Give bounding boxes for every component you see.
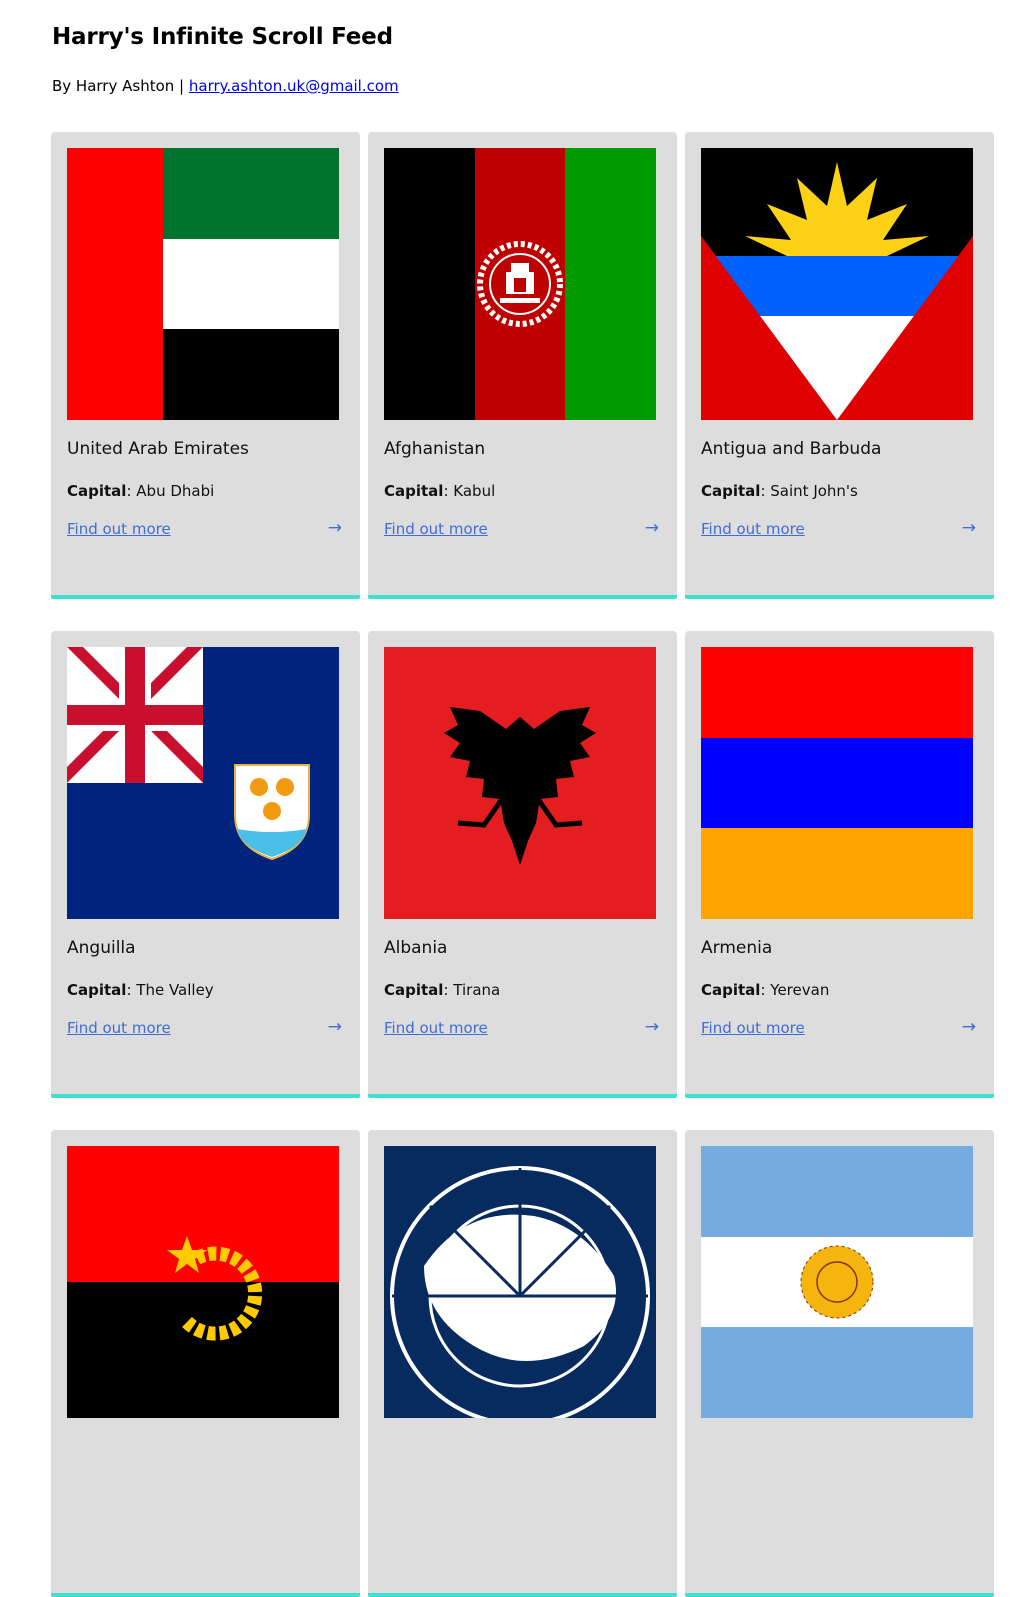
capital-value: Tirana	[453, 981, 501, 999]
find-out-more-link[interactable]: Find out more	[384, 520, 488, 538]
find-out-more-link[interactable]: Find out more	[384, 1019, 488, 1037]
antarctica-flag-icon	[384, 1146, 656, 1418]
country-name: Albania	[384, 938, 448, 958]
anguilla-flag-icon	[67, 647, 339, 919]
capital-line: Capital: The Valley	[67, 981, 214, 999]
afghanistan-flag-icon	[384, 148, 656, 420]
arrow-right-icon[interactable]: →	[328, 518, 342, 538]
country-name: Afghanistan	[384, 439, 486, 459]
country-card	[51, 1130, 360, 1597]
capital-line: Capital: Kabul	[384, 482, 496, 500]
country-name: Anguilla	[67, 938, 136, 958]
uae-flag-icon	[67, 148, 339, 420]
country-card: Afghanistan Capital: Kabul Find out more…	[368, 132, 677, 599]
country-card	[685, 1130, 994, 1597]
capital-value: Saint John's	[770, 482, 858, 500]
antigua-flag-icon	[701, 148, 973, 420]
capital-value: Abu Dhabi	[136, 482, 215, 500]
country-card: Anguilla Capital: The Valley Find out mo…	[51, 631, 360, 1098]
armenia-flag-icon	[701, 647, 973, 919]
find-out-more-link[interactable]: Find out more	[67, 520, 171, 538]
byline-author: By Harry Ashton |	[52, 77, 185, 95]
country-grid: United Arab Emirates Capital: Abu Dhabi …	[51, 132, 994, 1597]
capital-line: Capital: Yerevan	[701, 981, 830, 999]
email-link[interactable]: harry.ashton.uk@gmail.com	[189, 77, 399, 95]
country-name: Antigua and Barbuda	[701, 439, 882, 459]
arrow-right-icon[interactable]: →	[328, 1017, 342, 1037]
find-out-more-link[interactable]: Find out more	[701, 1019, 805, 1037]
capital-line: Capital: Saint John's	[701, 482, 858, 500]
argentina-flag-icon	[701, 1146, 973, 1418]
country-card: Albania Capital: Tirana Find out more →	[368, 631, 677, 1098]
capital-label: Capital	[67, 981, 127, 999]
capital-line: Capital: Abu Dhabi	[67, 482, 215, 500]
country-card: Armenia Capital: Yerevan Find out more →	[685, 631, 994, 1098]
arrow-right-icon[interactable]: →	[962, 518, 976, 538]
capital-label: Capital	[701, 482, 761, 500]
capital-value: Kabul	[453, 482, 496, 500]
country-name: United Arab Emirates	[67, 439, 249, 459]
arrow-right-icon[interactable]: →	[962, 1017, 976, 1037]
country-card: United Arab Emirates Capital: Abu Dhabi …	[51, 132, 360, 599]
find-out-more-link[interactable]: Find out more	[67, 1019, 171, 1037]
country-card	[368, 1130, 677, 1597]
capital-line: Capital: Tirana	[384, 981, 501, 999]
capital-value: Yerevan	[770, 981, 830, 999]
find-out-more-link[interactable]: Find out more	[701, 520, 805, 538]
country-card: Antigua and Barbuda Capital: Saint John'…	[685, 132, 994, 599]
arrow-right-icon[interactable]: →	[645, 518, 659, 538]
capital-value: The Valley	[136, 981, 214, 999]
capital-label: Capital	[384, 981, 444, 999]
byline: By Harry Ashton | harry.ashton.uk@gmail.…	[52, 76, 399, 96]
page-title: Harry's Infinite Scroll Feed	[52, 24, 393, 50]
capital-label: Capital	[384, 482, 444, 500]
angola-flag-icon	[67, 1146, 339, 1418]
country-name: Armenia	[701, 938, 773, 958]
capital-label: Capital	[701, 981, 761, 999]
arrow-right-icon[interactable]: →	[645, 1017, 659, 1037]
albania-flag-icon	[384, 647, 656, 919]
capital-label: Capital	[67, 482, 127, 500]
